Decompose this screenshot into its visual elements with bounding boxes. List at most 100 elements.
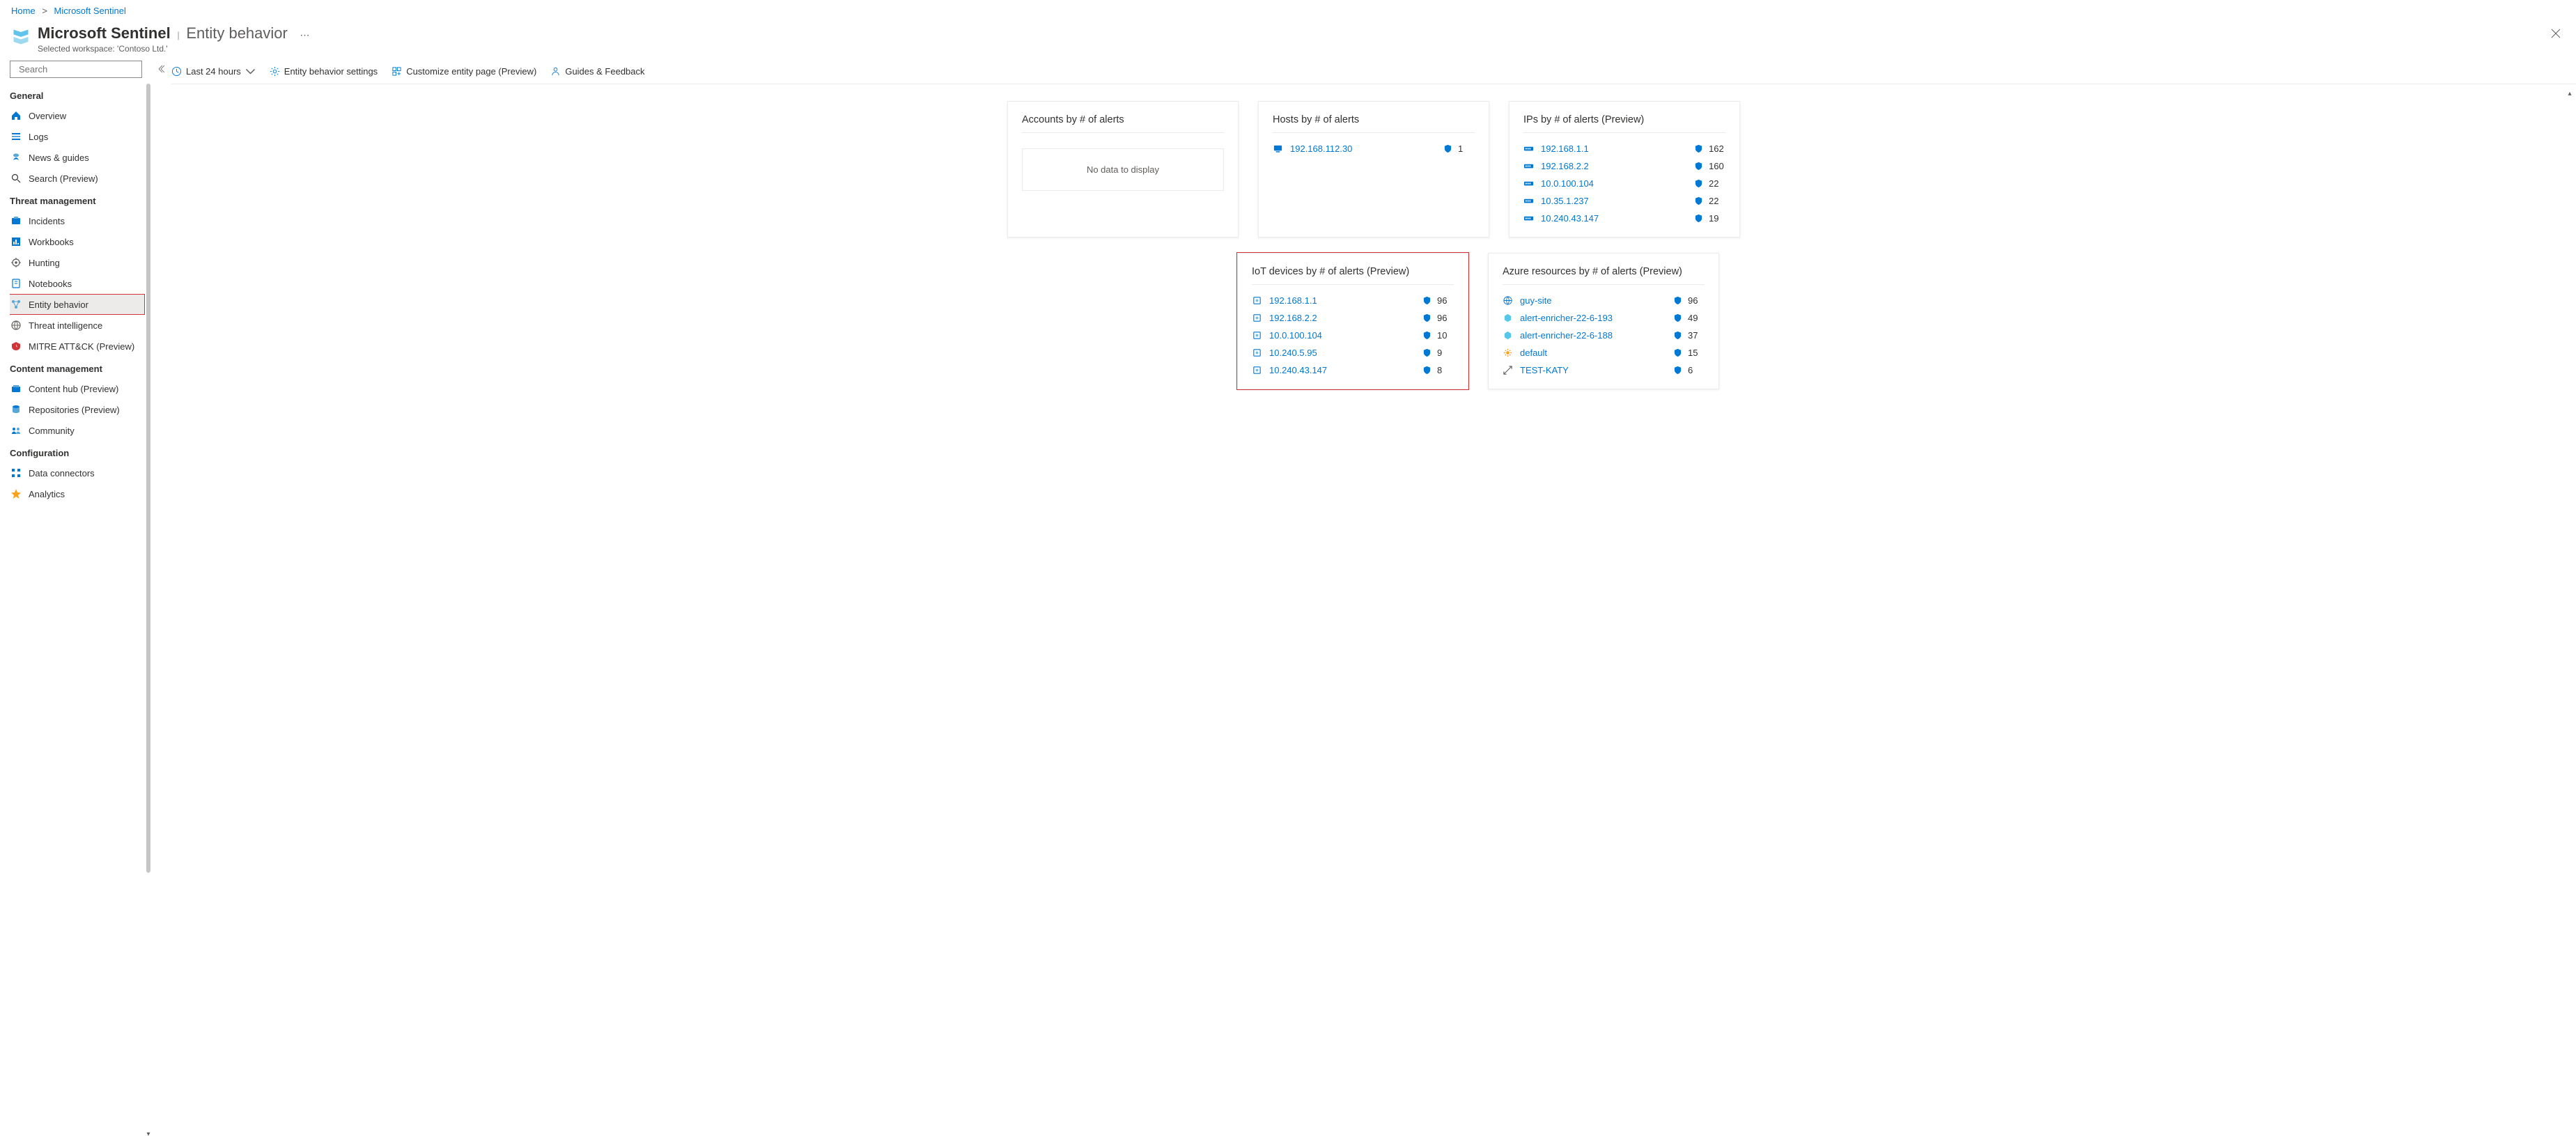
entity-type-icon [1523,196,1534,206]
sidebar-item-data-connectors[interactable]: Data connectors [10,462,145,483]
alert-count: 96 [1437,295,1454,306]
shield-icon [1422,313,1431,322]
entity-link[interactable]: 192.168.1.1 [1541,143,1694,154]
close-button[interactable] [2547,24,2565,45]
content-scrollbar[interactable]: ▴ [2566,84,2573,1136]
nav-item-label: Repositories (Preview) [29,405,120,415]
entity-row: TEST-KATY6 [1503,361,1705,379]
nav-item-label: News & guides [29,153,89,163]
entity-link[interactable]: 192.168.112.30 [1290,143,1443,154]
toolbar: Last 24 hours Entity behavior settings C… [171,61,2576,84]
entity-link[interactable]: alert-enricher-22-6-193 [1520,313,1673,323]
alert-count: 15 [1688,348,1705,358]
entity-link[interactable]: 10.240.5.95 [1269,348,1422,358]
sidebar-item-content-hub-preview-[interactable]: Content hub (Preview) [10,378,145,399]
entity-type-icon [1252,313,1262,323]
shield-icon [1422,366,1431,375]
clock-icon [171,66,182,77]
alert-count: 96 [1437,313,1454,323]
scroll-up-icon[interactable]: ▴ [2566,90,2573,97]
nav-item-label: Threat intelligence [29,320,102,331]
shield-icon [1694,196,1703,205]
entity-link[interactable]: alert-enricher-22-6-188 [1520,330,1673,341]
analytics-icon [10,488,22,499]
sidebar-item-threat-intelligence[interactable]: Threat intelligence [10,315,145,336]
entity-row: 10.0.100.10410 [1252,327,1454,344]
workbooks-icon [10,236,22,247]
person-icon [550,66,561,77]
page-title: Microsoft Sentinel [38,24,171,42]
sidebar: General Overview Logs News & guides Search (… [0,61,152,1136]
search-input[interactable] [19,64,141,75]
entity-type-icon [1503,330,1513,341]
scrollbar-thumb[interactable] [146,84,150,873]
entity-link[interactable]: 10.240.43.147 [1541,213,1694,224]
entity-type-icon [1523,143,1534,154]
breadcrumb-home[interactable]: Home [11,6,36,16]
connectors-icon [10,467,22,478]
collapse-sidebar-button[interactable] [159,65,167,75]
entity-type-icon [1273,143,1283,154]
guides-feedback-button[interactable]: Guides & Feedback [550,66,644,77]
sidebar-item-workbooks[interactable]: Workbooks [10,231,145,252]
shield-icon [1673,296,1682,305]
sidebar-item-repositories-preview-[interactable]: Repositories (Preview) [10,399,145,420]
entity-link[interactable]: 192.168.2.2 [1269,313,1422,323]
sidebar-item-news-guides[interactable]: News & guides [10,147,145,168]
shield-icon [1422,331,1431,340]
entity-link[interactable]: 192.168.1.1 [1269,295,1422,306]
customize-button[interactable]: Customize entity page (Preview) [391,66,536,77]
no-data-message: No data to display [1022,148,1224,191]
entity-icon [10,299,22,310]
entity-row: 10.35.1.23722 [1523,192,1725,210]
sidebar-item-analytics[interactable]: Analytics [10,483,145,504]
sidebar-search[interactable] [10,61,142,78]
entity-row: 192.168.2.2 96 [1252,309,1454,327]
sidebar-item-incidents[interactable]: Incidents [10,210,145,231]
entity-link[interactable]: default [1520,348,1673,358]
sidebar-item-logs[interactable]: Logs [10,126,145,147]
sentinel-icon [11,27,31,47]
sidebar-item-search-preview-[interactable]: Search (Preview) [10,168,145,189]
entity-type-icon [1503,313,1513,323]
entity-type-icon [1252,330,1262,341]
entity-settings-button[interactable]: Entity behavior settings [270,66,378,77]
nav-group-title: General [10,84,145,105]
entity-row: guy-site96 [1503,292,1705,309]
entity-link[interactable]: 10.35.1.237 [1541,196,1694,206]
sidebar-item-entity-behavior[interactable]: Entity behavior [10,294,145,315]
sidebar-item-hunting[interactable]: Hunting [10,252,145,273]
entity-type-icon [1252,348,1262,358]
entity-link[interactable]: TEST-KATY [1520,365,1673,375]
entity-link[interactable]: 10.240.43.147 [1269,365,1422,375]
more-button[interactable]: ⋯ [300,29,309,40]
nav-item-label: Overview [29,111,66,121]
sidebar-item-overview[interactable]: Overview [10,105,145,126]
alert-count: 19 [1709,213,1725,224]
time-range-picker[interactable]: Last 24 hours [171,66,256,77]
alert-count: 162 [1709,143,1725,154]
breadcrumb-product[interactable]: Microsoft Sentinel [54,6,126,16]
card-accounts: Accounts by # of alerts No data to displ… [1007,101,1239,238]
sidebar-item-notebooks[interactable]: Notebooks [10,273,145,294]
news-icon [10,152,22,163]
shield-icon [1694,162,1703,171]
entity-link[interactable]: guy-site [1520,295,1673,306]
entity-link[interactable]: 192.168.2.2 [1541,161,1694,171]
entity-row: 192.168.2.2160 [1523,157,1725,175]
breadcrumb: Home > Microsoft Sentinel [0,0,2576,22]
mitre-icon [10,341,22,352]
nav-item-label: Community [29,426,75,436]
sidebar-item-community[interactable]: Community [10,420,145,441]
scroll-down-icon[interactable]: ▾ [145,1130,152,1136]
shield-icon [1673,313,1682,322]
entity-link[interactable]: 10.0.100.104 [1269,330,1422,341]
community-icon [10,425,22,436]
nav-item-label: Notebooks [29,279,72,289]
entity-link[interactable]: 10.0.100.104 [1541,178,1694,189]
sidebar-item-mitre-att-ck-preview-[interactable]: MITRE ATT&CK (Preview) [10,336,145,357]
entity-row: 192.168.1.1 96 [1252,292,1454,309]
card-azure-resources: Azure resources by # of alerts (Preview)… [1488,253,1719,389]
sidebar-scrollbar[interactable]: ▴ ▾ [145,84,152,1136]
entity-row: 10.240.5.959 [1252,344,1454,361]
